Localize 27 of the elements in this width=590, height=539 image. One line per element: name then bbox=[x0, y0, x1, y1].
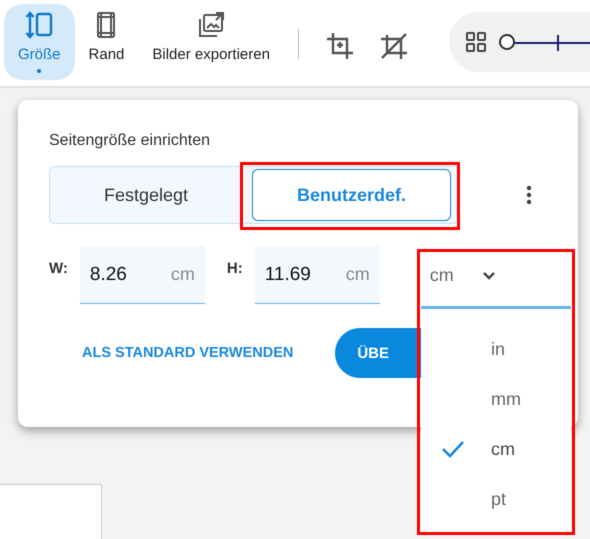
zoom-slider[interactable] bbox=[498, 34, 590, 50]
set-default-link[interactable]: ALS STANDARD VERWENDEN bbox=[82, 345, 294, 361]
field-label: W: bbox=[49, 260, 68, 276]
menu-item[interactable]: pt bbox=[421, 474, 571, 524]
more-options-icon[interactable] bbox=[526, 185, 532, 205]
crop-off-icon[interactable] bbox=[378, 31, 409, 61]
field-label: H: bbox=[226, 260, 243, 276]
unit-dropdown[interactable]: cm bbox=[420, 246, 508, 304]
segment-tab[interactable]: Benutzerdef. bbox=[252, 169, 451, 221]
active-dot bbox=[37, 69, 42, 73]
unit-label: cm bbox=[346, 264, 370, 285]
segment-tab[interactable]: Festgelegt bbox=[50, 167, 242, 223]
resize-icon bbox=[24, 10, 54, 40]
toolbar-button[interactable]: Bilder exportieren bbox=[138, 4, 284, 80]
slider-thumb[interactable] bbox=[498, 34, 515, 50]
input-field[interactable]: 11.69 cm bbox=[254, 246, 380, 304]
chevron-down-icon bbox=[482, 270, 496, 280]
toolbar-button[interactable]: Größe bbox=[4, 4, 75, 80]
crop-add-icon[interactable] bbox=[324, 31, 355, 61]
grid-icon[interactable] bbox=[464, 31, 487, 53]
menu-item[interactable]: cm bbox=[421, 424, 571, 474]
unit-label: cm bbox=[170, 264, 195, 285]
toolbar-button[interactable]: Rand bbox=[74, 4, 138, 80]
input-field[interactable]: 8.26 cm bbox=[80, 246, 205, 304]
dialog-title: Seitengröße einrichten bbox=[49, 132, 211, 150]
image-export-icon bbox=[196, 10, 226, 40]
check-icon bbox=[441, 440, 465, 458]
